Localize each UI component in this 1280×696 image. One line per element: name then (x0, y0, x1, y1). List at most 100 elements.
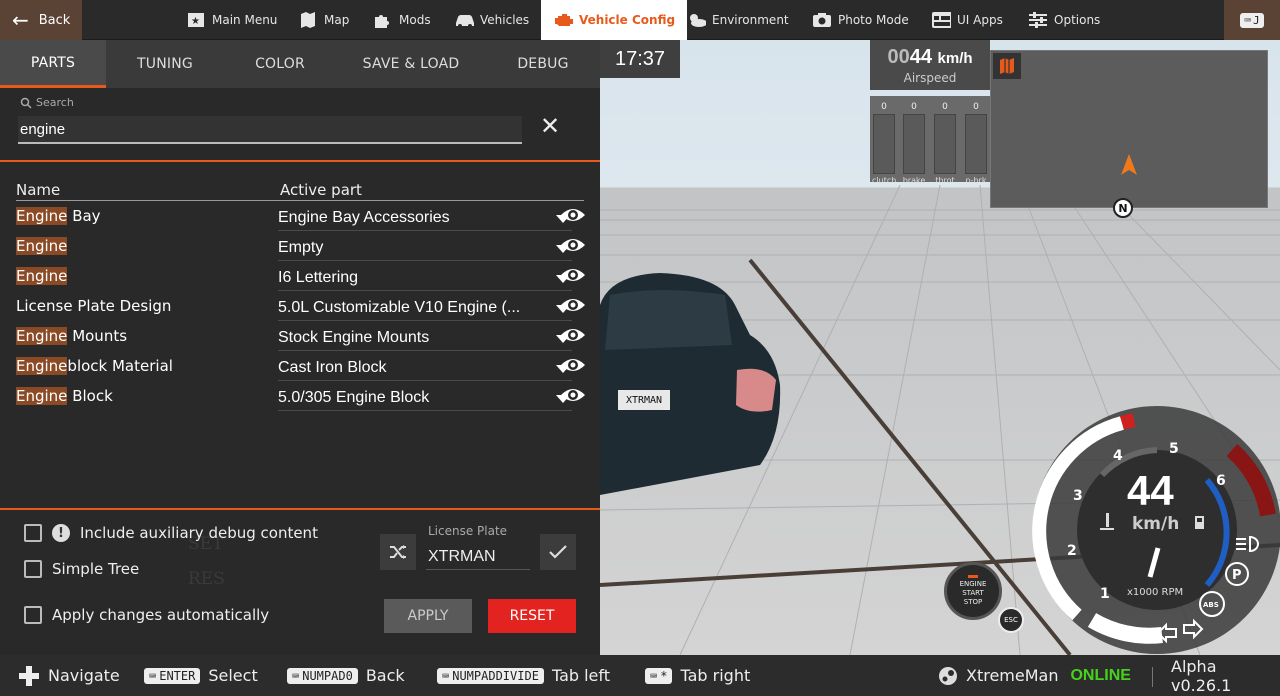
compass-north: N (1113, 198, 1133, 218)
tab-tuning[interactable]: TUNING (106, 40, 224, 88)
parking-brake-label: P (1232, 568, 1242, 583)
nav-map[interactable]: Map (298, 0, 349, 40)
nav-photo-mode[interactable]: Photo Mode (812, 0, 909, 40)
eye-icon[interactable] (560, 235, 586, 255)
hint-tab-left: ⌨ NUMPADDIVIDE Tab left (437, 655, 610, 696)
part-slot-name-rest: block Material (67, 357, 173, 375)
nav-options[interactable]: Options (1028, 0, 1100, 40)
pedal-brake: 0 brake (902, 102, 926, 185)
active-part-dropdown[interactable]: 5.0/305 Engine Block (278, 385, 572, 411)
pedal-bar (965, 114, 987, 174)
part-slot-name-rest: Mounts (67, 327, 128, 345)
back-button[interactable]: ← Back (0, 0, 82, 40)
active-part-dropdown[interactable]: I6 Lettering (278, 265, 572, 291)
vehicle-config-panel: PARTS TUNING COLOR SAVE & LOAD DEBUG Sea… (0, 40, 600, 655)
part-slot-name: Engine Bay (16, 207, 101, 225)
hint-navigate: Navigate (18, 655, 120, 696)
active-part-value: Engine Bay Accessories (278, 209, 450, 226)
close-icon[interactable]: ✕ (540, 114, 560, 138)
eye-icon[interactable] (560, 295, 586, 315)
minimap[interactable] (990, 50, 1268, 208)
tab-save-load[interactable]: SAVE & LOAD (336, 40, 486, 88)
rpm-tick-6: 6 (1216, 473, 1226, 489)
active-part-dropdown[interactable]: Stock Engine Mounts (278, 325, 572, 351)
esc-indicator-icon: ESC (998, 607, 1024, 633)
config-options-area: ! Include auxiliary debug content Simple… (0, 508, 600, 655)
checkbox-box[interactable] (24, 524, 42, 542)
rpm-tick-1: 1 (1100, 586, 1110, 602)
apply-auto-checkbox[interactable]: Apply changes automatically (24, 606, 269, 624)
nav-ui-apps[interactable]: UI Apps (931, 0, 1003, 40)
aux-debug-checkbox[interactable]: ! Include auxiliary debug content (24, 524, 318, 542)
start-stop-line-2: START (962, 589, 984, 597)
part-slot-name-rest: License Plate Design (16, 297, 172, 315)
nav-vehicles[interactable]: Vehicles (454, 0, 529, 40)
pedal-bar (873, 114, 895, 174)
tab-right-key-label: * (660, 668, 668, 683)
abs-label: ABS (1203, 601, 1219, 609)
map-toggle-button[interactable] (993, 53, 1021, 79)
eye-icon[interactable] (560, 325, 586, 345)
nav-photo-mode-label: Photo Mode (838, 13, 909, 27)
parts-row[interactable]: Engine Empty (16, 235, 586, 265)
parts-row[interactable]: License Plate Design 5.0L Customizable V1… (16, 295, 586, 325)
top-menu-bar: ← Back ★ Main Menu Map Mods Vehicles Veh… (0, 0, 1280, 40)
nav-main-menu[interactable]: ★ Main Menu (186, 0, 277, 40)
parts-row[interactable]: Engine Block 5.0/305 Engine Block (16, 385, 586, 415)
active-part-value: Empty (278, 239, 324, 256)
search-match-highlight: Engine (16, 357, 68, 375)
tab-debug[interactable]: DEBUG (486, 40, 600, 88)
user-status[interactable]: XtremeMan ONLINE (938, 655, 1131, 696)
speed-readout: 44 (1127, 467, 1174, 514)
pedal-value: 0 (942, 102, 948, 112)
nav-mods[interactable]: Mods (373, 0, 431, 40)
active-part-dropdown[interactable]: Cast Iron Block (278, 355, 572, 381)
apply-button[interactable]: APPLY (384, 599, 472, 633)
back-key-label: NUMPAD0 (302, 668, 353, 683)
search-icon (20, 97, 32, 109)
part-slot-name: Engineblock Material (16, 357, 173, 375)
eye-icon[interactable] (560, 265, 586, 285)
simple-tree-checkbox[interactable]: Simple Tree (24, 560, 139, 578)
active-part-dropdown[interactable]: 5.0L Customizable V10 Engine (... (278, 295, 572, 321)
license-plate-input[interactable] (426, 544, 530, 570)
column-active-part-header: Active part (280, 181, 362, 199)
parts-row[interactable]: Engine Bay Engine Bay Accessories (16, 205, 586, 235)
airspeed-unit: km/h (937, 50, 973, 67)
eye-icon[interactable] (560, 385, 586, 405)
dpad-icon (19, 665, 39, 686)
nav-environment-label: Environment (712, 13, 789, 27)
part-slot-name: License Plate Design (16, 297, 171, 315)
checkbox-box[interactable] (24, 560, 42, 578)
nav-vehicle-config[interactable]: Vehicle Config (541, 0, 688, 40)
tab-color[interactable]: COLOR (224, 40, 336, 88)
hint-select: ⌨ ENTER Select (144, 655, 258, 696)
tab-left-key-label: NUMPADDIVIDE (452, 668, 539, 683)
parts-row[interactable]: Engine I6 Lettering (16, 265, 586, 295)
randomize-plate-button[interactable] (380, 534, 416, 570)
eye-icon[interactable] (560, 355, 586, 375)
version-label: Alpha v0.26.1 (1171, 656, 1232, 695)
column-name-header: Name (16, 181, 61, 199)
nav-vehicle-config-label: Vehicle Config (579, 13, 676, 27)
search-input[interactable] (18, 116, 522, 144)
parts-row[interactable]: Engineblock Material Cast Iron Block (16, 355, 586, 385)
parts-row[interactable]: Engine Mounts Stock Engine Mounts (16, 325, 586, 355)
checkbox-box[interactable] (24, 606, 42, 624)
engine-start-stop-button[interactable]: ENGINE START STOP (944, 562, 1002, 620)
nav-environment[interactable]: Environment (686, 0, 789, 40)
active-part-dropdown[interactable]: Empty (278, 235, 572, 261)
keybind-corner-button[interactable]: ⌨ J (1224, 0, 1280, 40)
confirm-plate-button[interactable] (540, 534, 576, 570)
eye-icon[interactable] (560, 205, 586, 225)
active-part-dropdown[interactable]: Engine Bay Accessories (278, 205, 572, 231)
airspeed-value: 0044 km/h (870, 46, 990, 69)
tab-parts[interactable]: PARTS (0, 40, 106, 88)
reset-button[interactable]: RESET (488, 599, 576, 633)
game-viewport[interactable]: XTRMAN 17:37 0044 km/h Airspeed 0 clutch … (600, 40, 1280, 655)
map-icon (1000, 58, 1014, 74)
bottom-hint-bar: Navigate ⌨ ENTER Select ⌨ NUMPAD0 Back ⌨ NU… (0, 655, 1280, 696)
rpm-tick-2: 2 (1067, 543, 1077, 559)
hint-back-label: Back (365, 666, 405, 685)
rpm-tick-5: 5 (1169, 441, 1179, 457)
